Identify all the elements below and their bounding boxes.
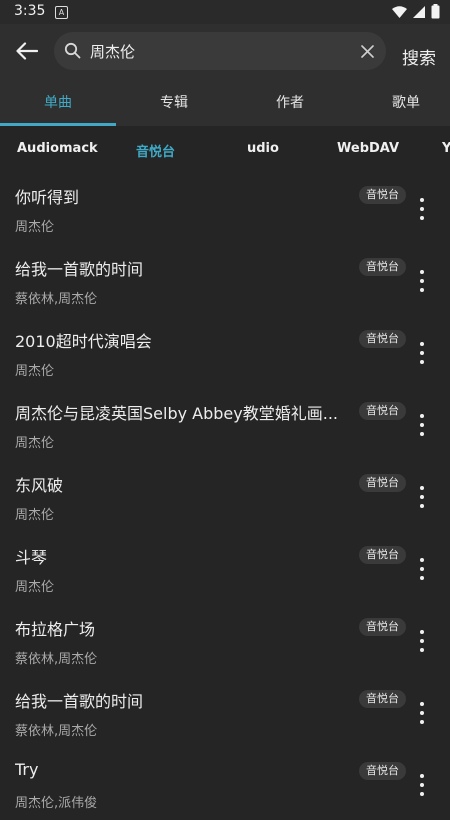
more-options-button[interactable] [414,630,430,652]
status-icons [392,4,440,19]
source-badge: 音悦台 [359,474,406,492]
song-artist: 周杰伦 [15,220,55,235]
result-type-tabs: 单曲 专辑 作者 歌单 [0,78,450,126]
song-artist: 周杰伦 [15,364,55,379]
song-title: 2010超时代演唱会 [15,332,152,351]
song-row[interactable]: 东风破 周杰伦 音悦台 [0,460,450,532]
clear-search-button[interactable] [356,40,378,62]
source-badge: 音悦台 [359,546,406,564]
song-artist: 周杰伦 [15,580,55,595]
more-options-button[interactable] [414,198,430,220]
battery-icon [431,4,440,19]
source-tab-yinyuetai[interactable]: 音悦台 [136,141,175,160]
song-artist: 蔡依林,周杰伦 [15,652,98,667]
more-options-button[interactable] [414,270,430,292]
song-title: 周杰伦与昆凌英国Selby Abbey教堂婚礼画... [15,404,338,423]
song-row[interactable]: 给我一首歌的时间 蔡依林,周杰伦 音悦台 [0,244,450,316]
wifi-icon [392,5,407,18]
source-badge: 音悦台 [359,762,406,780]
tab-albums[interactable]: 专辑 [116,78,232,126]
notification-icon: A [55,6,68,19]
song-artist: 周杰伦 [15,508,55,523]
more-options-button[interactable] [414,702,430,724]
song-row[interactable]: Try 周杰伦,派伟俊 音悦台 [0,748,450,820]
clear-icon [360,44,374,58]
search-icon [64,42,81,59]
more-options-button[interactable] [414,414,430,436]
song-artist: 周杰伦,派伟俊 [15,796,98,811]
more-options-button[interactable] [414,774,430,796]
search-toolbar: 搜索 [0,24,450,78]
source-badge: 音悦台 [359,186,406,204]
source-badge: 音悦台 [359,618,406,636]
source-tab-more[interactable]: Y [442,141,450,156]
tab-artists[interactable]: 作者 [232,78,348,126]
source-badge: 音悦台 [359,402,406,420]
song-artist: 蔡依林,周杰伦 [15,292,98,307]
source-badge: 音悦台 [359,690,406,708]
song-row[interactable]: 给我一首歌的时间 蔡依林,周杰伦 音悦台 [0,676,450,748]
song-title: 给我一首歌的时间 [15,692,144,711]
more-options-button[interactable] [414,342,430,364]
song-title: Try [15,760,39,779]
search-input[interactable] [90,32,350,70]
tab-singles[interactable]: 单曲 [0,78,116,126]
status-bar: 3:35 A [0,0,450,24]
song-title: 给我一首歌的时间 [15,260,144,279]
search-box[interactable] [54,32,386,70]
status-time: 3:35 [14,3,46,19]
tab-playlists[interactable]: 歌单 [348,78,450,126]
song-row[interactable]: 周杰伦与昆凌英国Selby Abbey教堂婚礼画... 周杰伦 音悦台 [0,388,450,460]
song-title: 斗琴 [15,548,48,567]
source-tab-audiomack[interactable]: Audiomack [17,141,98,156]
search-button[interactable]: 搜索 [394,44,444,69]
song-row[interactable]: 2010超时代演唱会 周杰伦 音悦台 [0,316,450,388]
source-tabs: Audiomack 音悦台 udio WebDAV Y [0,126,450,172]
more-options-button[interactable] [414,486,430,508]
source-tab-udio[interactable]: udio [247,141,279,156]
song-artist: 蔡依林,周杰伦 [15,724,98,739]
signal-icon [413,5,425,18]
more-options-button[interactable] [414,558,430,580]
source-tab-webdav[interactable]: WebDAV [337,141,399,156]
song-title: 东风破 [15,476,64,495]
back-arrow-icon [16,42,38,60]
song-title: 你听得到 [15,188,80,207]
source-badge: 音悦台 [359,258,406,276]
song-title: 布拉格广场 [15,620,96,639]
song-row[interactable]: 布拉格广场 蔡依林,周杰伦 音悦台 [0,604,450,676]
song-row[interactable]: 你听得到 周杰伦 音悦台 [0,172,450,244]
song-artist: 周杰伦 [15,436,55,451]
back-button[interactable] [10,34,44,68]
source-badge: 音悦台 [359,330,406,348]
song-row[interactable]: 斗琴 周杰伦 音悦台 [0,532,450,604]
